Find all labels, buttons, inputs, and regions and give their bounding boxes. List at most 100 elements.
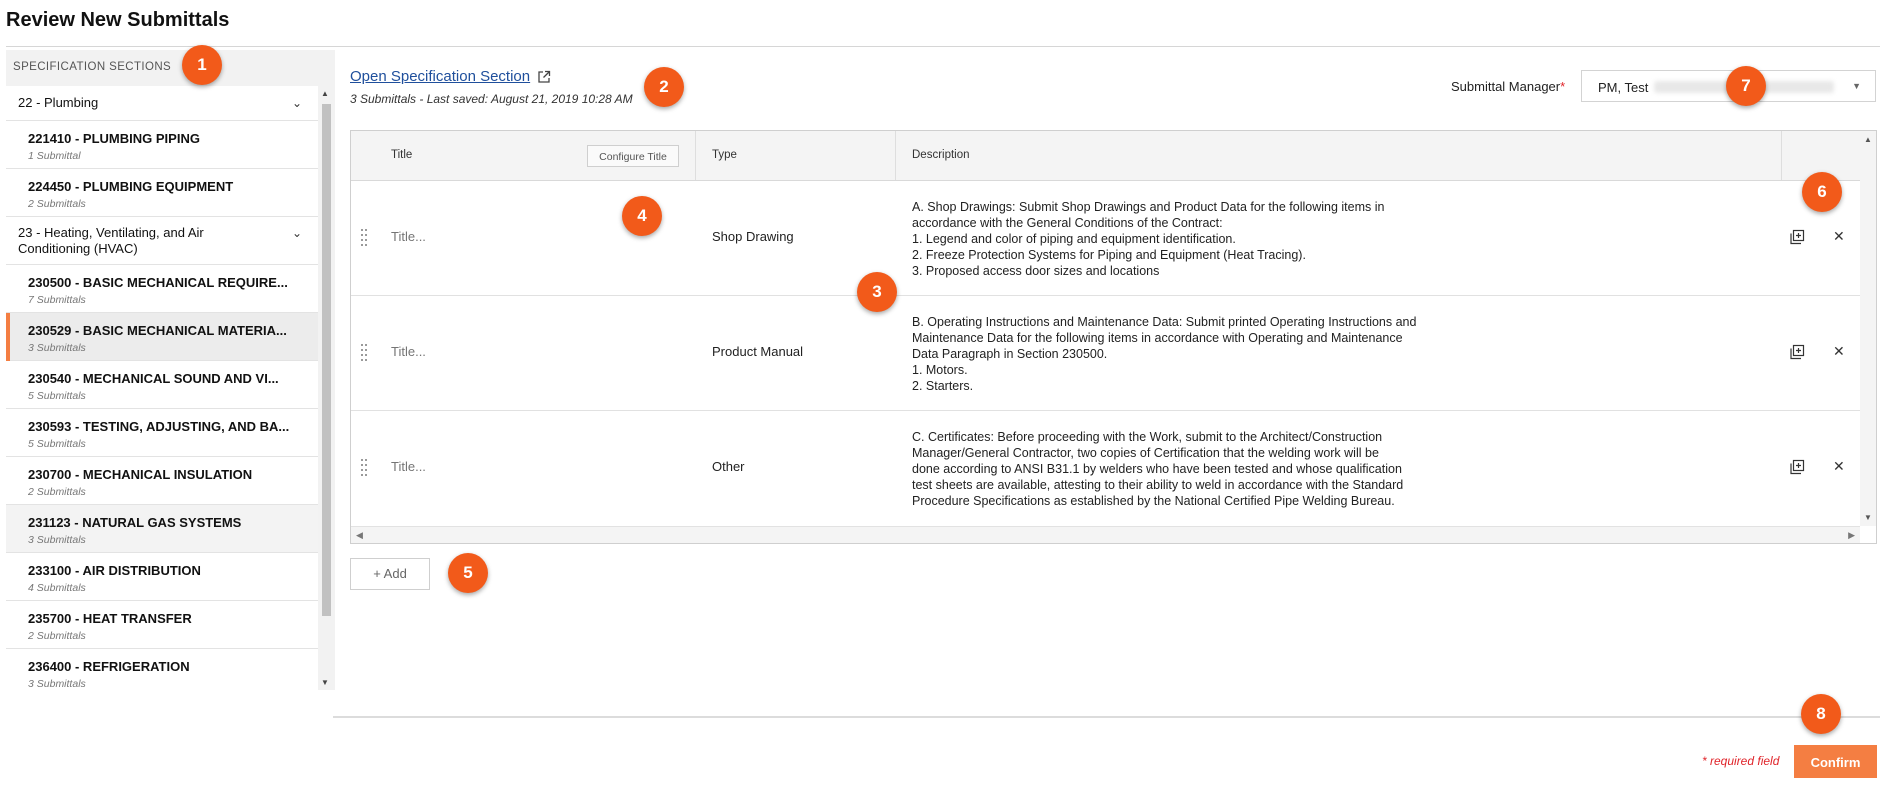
- sidebar-item-221410[interactable]: 221410 - PLUMBING PIPING 1 Submittal: [6, 121, 318, 169]
- callout-marker: 2: [644, 67, 684, 107]
- chevron-down-icon[interactable]: ⌄: [292, 96, 302, 110]
- sidebar-item-label: 230500 - BASIC MECHANICAL REQUIRE...: [28, 275, 288, 290]
- sidebar-group-label: 23 - Heating, Ventilating, and Air Condi…: [18, 225, 204, 256]
- callout-marker: 4: [622, 196, 662, 236]
- column-divider: [695, 131, 696, 180]
- last-saved-status: 3 Submittals - Last saved: August 21, 20…: [350, 92, 633, 106]
- title-divider: [6, 46, 1880, 47]
- sidebar-item-label: 224450 - PLUMBING EQUIPMENT: [28, 179, 234, 194]
- add-submittal-button[interactable]: + Add: [350, 558, 430, 590]
- scrollbar-thumb[interactable]: [322, 104, 331, 616]
- sidebar-item-235700[interactable]: 235700 - HEAT TRANSFER 2 Submittals: [6, 601, 318, 649]
- sidebar-item-230593[interactable]: 230593 - TESTING, ADJUSTING, AND BA... 5…: [6, 409, 318, 457]
- submittal-manager-label: Submittal Manager*: [1451, 79, 1565, 94]
- sidebar-item-label: 230529 - BASIC MECHANICAL MATERIA...: [28, 323, 287, 338]
- drag-handle-icon[interactable]: [361, 229, 369, 247]
- callout-marker: 8: [1801, 694, 1841, 734]
- callout-marker: 1: [182, 45, 222, 85]
- sidebar-item-count: 7 Submittals: [28, 294, 86, 306]
- submittal-manager-value: PM, Test: [1598, 80, 1649, 95]
- required-asterisk: *: [1560, 79, 1566, 94]
- scroll-up-icon[interactable]: ▲: [321, 89, 329, 98]
- type-cell[interactable]: Shop Drawing: [712, 229, 794, 244]
- submittal-manager-label-text: Submittal Manager: [1451, 79, 1561, 94]
- duplicate-icon[interactable]: [1789, 229, 1805, 245]
- drag-handle-icon[interactable]: [361, 344, 369, 362]
- sidebar-item-count: 2 Submittals: [28, 486, 86, 498]
- description-cell: A. Shop Drawings: Submit Shop Drawings a…: [912, 200, 1385, 278]
- scroll-right-icon[interactable]: ▶: [1848, 530, 1855, 541]
- scroll-down-icon[interactable]: ▼: [321, 678, 329, 687]
- sidebar-item-label: 233100 - AIR DISTRIBUTION: [28, 563, 201, 578]
- scroll-down-icon[interactable]: ▼: [1864, 513, 1872, 522]
- column-header-description: Description: [912, 149, 970, 161]
- sidebar-item-230700[interactable]: 230700 - MECHANICAL INSULATION 2 Submitt…: [6, 457, 318, 505]
- sidebar-group-plumbing[interactable]: 22 - Plumbing ⌄: [6, 86, 318, 121]
- sidebar-item-count: 3 Submittals: [28, 342, 86, 354]
- title-input[interactable]: [391, 459, 671, 474]
- duplicate-icon[interactable]: [1789, 459, 1805, 475]
- caret-down-icon[interactable]: ▼: [1852, 81, 1861, 91]
- sidebar-item-count: 4 Submittals: [28, 582, 86, 594]
- sidebar-item-label: 230540 - MECHANICAL SOUND AND VI...: [28, 371, 279, 386]
- configure-title-button[interactable]: Configure Title: [587, 145, 679, 167]
- sidebar-item-label: 221410 - PLUMBING PIPING: [28, 131, 200, 146]
- column-header-type: Type: [712, 149, 737, 161]
- sidebar-header-label: SPECIFICATION SECTIONS: [13, 61, 172, 73]
- scroll-left-icon[interactable]: ◀: [356, 530, 363, 541]
- sidebar-item-count: 3 Submittals: [28, 534, 86, 546]
- table-vertical-scrollbar[interactable]: ▲ ▼: [1860, 131, 1876, 526]
- column-divider: [895, 131, 896, 180]
- table-row: Product Manual B. Operating Instructions…: [351, 296, 1860, 411]
- sidebar-item-count: 3 Submittals: [28, 678, 86, 690]
- sidebar-item-label: 231123 - NATURAL GAS SYSTEMS: [28, 515, 242, 530]
- sidebar-scrollbar[interactable]: ▲ ▼: [318, 86, 335, 690]
- chevron-down-icon[interactable]: ⌄: [292, 226, 302, 240]
- close-icon[interactable]: ✕: [1833, 458, 1845, 475]
- page-title: Review New Submittals: [6, 9, 230, 31]
- duplicate-icon[interactable]: [1789, 344, 1805, 360]
- sidebar-item-count: 5 Submittals: [28, 438, 86, 450]
- sidebar-item-label: 230700 - MECHANICAL INSULATION: [28, 467, 253, 482]
- close-icon[interactable]: ✕: [1833, 228, 1845, 245]
- footer-divider: [333, 716, 1880, 718]
- table-horizontal-scrollbar[interactable]: ◀ ▶: [351, 526, 1860, 543]
- close-icon[interactable]: ✕: [1833, 343, 1845, 360]
- type-cell[interactable]: Product Manual: [712, 344, 803, 359]
- sidebar-item-230540[interactable]: 230540 - MECHANICAL SOUND AND VI... 5 Su…: [6, 361, 318, 409]
- sidebar-header: SPECIFICATION SECTIONS: [6, 50, 335, 86]
- open-spec-section-link[interactable]: Open Specification Section: [350, 68, 530, 85]
- scroll-up-icon[interactable]: ▲: [1864, 135, 1872, 144]
- sidebar-item-224450[interactable]: 224450 - PLUMBING EQUIPMENT 2 Submittals: [6, 169, 318, 217]
- submittals-table: Title Configure Title Type Description S…: [350, 130, 1877, 544]
- type-cell[interactable]: Other: [712, 459, 745, 474]
- table-row: Shop Drawing A. Shop Drawings: Submit Sh…: [351, 181, 1860, 296]
- sidebar-list: 22 - Plumbing ⌄ 221410 - PLUMBING PIPING…: [6, 86, 318, 690]
- spec-sections-sidebar: SPECIFICATION SECTIONS 22 - Plumbing ⌄ 2…: [6, 50, 335, 690]
- sidebar-item-label: 236400 - REFRIGERATION: [28, 659, 190, 674]
- sidebar-group-hvac[interactable]: 23 - Heating, Ventilating, and Air Condi…: [6, 217, 318, 265]
- table-row: Other C. Certificates: Before proceeding…: [351, 411, 1860, 526]
- sidebar-item-count: 2 Submittals: [28, 630, 86, 642]
- sidebar-item-230529[interactable]: 230529 - BASIC MECHANICAL MATERIA... 3 S…: [6, 313, 318, 361]
- sidebar-item-label: 230593 - TESTING, ADJUSTING, AND BA...: [28, 419, 290, 434]
- column-header-title: Title: [391, 149, 413, 161]
- title-input[interactable]: [391, 344, 671, 359]
- sidebar-item-236400[interactable]: 236400 - REFRIGERATION 3 Submittals: [6, 649, 318, 690]
- description-cell: B. Operating Instructions and Maintenanc…: [912, 315, 1417, 393]
- sidebar-item-233100[interactable]: 233100 - AIR DISTRIBUTION 4 Submittals: [6, 553, 318, 601]
- column-divider: [1781, 131, 1782, 180]
- callout-marker: 3: [857, 272, 897, 312]
- sidebar-item-count: 5 Submittals: [28, 390, 86, 402]
- sidebar-item-230500[interactable]: 230500 - BASIC MECHANICAL REQUIRE... 7 S…: [6, 265, 318, 313]
- drag-handle-icon[interactable]: [361, 459, 369, 477]
- confirm-button[interactable]: Confirm: [1794, 745, 1877, 778]
- table-header: Title Configure Title Type Description: [351, 131, 1860, 181]
- external-link-icon[interactable]: [537, 70, 551, 84]
- sidebar-item-label: 235700 - HEAT TRANSFER: [28, 611, 192, 626]
- callout-marker: 5: [448, 553, 488, 593]
- callout-marker: 6: [1802, 172, 1842, 212]
- sidebar-group-label: 22 - Plumbing: [18, 95, 99, 110]
- required-field-note: * required field: [1702, 754, 1780, 768]
- sidebar-item-231123[interactable]: 231123 - NATURAL GAS SYSTEMS 3 Submittal…: [6, 505, 318, 553]
